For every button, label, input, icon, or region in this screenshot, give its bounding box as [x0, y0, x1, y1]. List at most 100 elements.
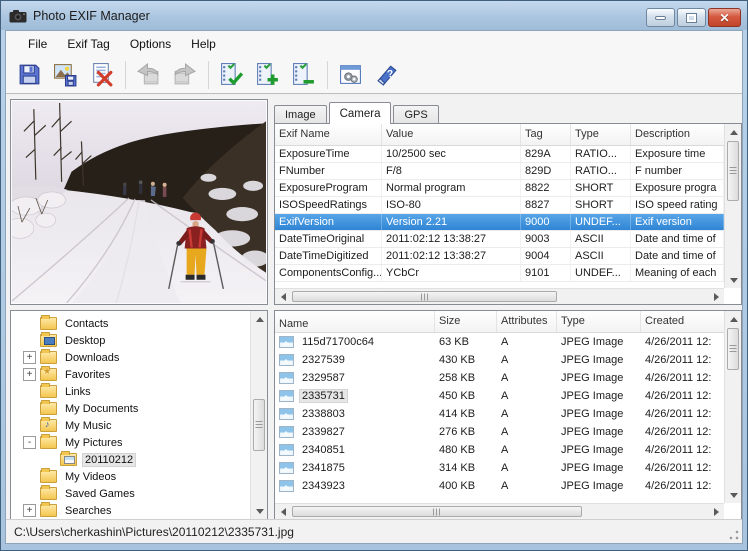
scroll-down-button[interactable] — [725, 272, 742, 288]
tree-item-label[interactable]: Contacts — [62, 317, 111, 331]
file-list-row[interactable]: 115d71700c64 63 KB A JPEG Image 4/26/201… — [275, 333, 724, 351]
title-bar[interactable]: Photo EXIF Manager ✕ — [1, 1, 747, 30]
exif-table-row[interactable]: ComponentsConfig... YCbCr 9101 UNDEF... … — [275, 265, 724, 282]
tree-item[interactable]: Contacts — [11, 315, 250, 332]
file-list-row[interactable]: 2339827 276 KB A JPEG Image 4/26/2011 12… — [275, 423, 724, 441]
file-name[interactable]: 2335731 — [299, 389, 348, 403]
scroll-thumb[interactable] — [253, 399, 265, 451]
tree-item[interactable]: + Favorites — [11, 366, 250, 383]
menu-item[interactable]: File — [18, 34, 57, 54]
tree-item-label[interactable]: My Music — [62, 419, 114, 433]
file-col-attributes[interactable]: Attributes — [497, 311, 557, 332]
file-list-row[interactable]: 2343923 400 KB A JPEG Image 4/26/2011 12… — [275, 477, 724, 495]
tree-item[interactable]: - My Pictures — [11, 434, 250, 451]
tree-expander-icon[interactable]: + — [23, 368, 36, 381]
exif-table-row[interactable]: DateTimeDigitized 2011:02:12 13:38:27 90… — [275, 248, 724, 265]
exif-col-type[interactable]: Type — [571, 124, 631, 145]
tree-item-label[interactable]: My Pictures — [62, 436, 125, 450]
menu-item[interactable]: Exif Tag — [57, 34, 119, 54]
files-horizontal-scrollbar[interactable] — [275, 503, 724, 519]
close-button[interactable]: ✕ — [708, 8, 741, 27]
file-list-row[interactable]: 2335731 450 KB A JPEG Image 4/26/2011 12… — [275, 387, 724, 405]
exif-table-row[interactable]: ExposureTime 10/2500 sec 829A RATIO... E… — [275, 146, 724, 163]
next-image-button[interactable] — [167, 59, 201, 91]
tree-item[interactable]: Saved Games — [11, 485, 250, 502]
tree-item-label[interactable]: Favorites — [62, 368, 113, 382]
exif-table-row[interactable]: ExifVersion Version 2.21 9000 UNDEF... E… — [275, 214, 724, 231]
tree-item[interactable]: My Music — [11, 417, 250, 434]
file-list-row[interactable]: 2329587 258 KB A JPEG Image 4/26/2011 12… — [275, 369, 724, 387]
minimize-button[interactable] — [646, 8, 675, 27]
tree-expander-icon[interactable]: - — [23, 436, 36, 449]
tree-expander-icon[interactable] — [23, 385, 36, 398]
tree-expander-icon[interactable] — [23, 402, 36, 415]
scroll-thumb[interactable] — [727, 141, 739, 201]
tree-expander-icon[interactable] — [43, 453, 56, 466]
tree-item-label[interactable]: Desktop — [62, 334, 108, 348]
scroll-down-button[interactable] — [251, 503, 268, 519]
tree-item[interactable]: My Videos — [11, 468, 250, 485]
tree-expander-icon[interactable] — [23, 487, 36, 500]
exif-tab[interactable]: GPS — [393, 105, 438, 124]
file-list-row[interactable]: 2338803 414 KB A JPEG Image 4/26/2011 12… — [275, 405, 724, 423]
exif-tab[interactable]: Camera — [329, 102, 392, 124]
tree-item-label[interactable]: My Videos — [62, 470, 119, 484]
exif-col-name[interactable]: Exif Name — [275, 124, 382, 145]
file-list-row[interactable]: 2341875 314 KB A JPEG Image 4/26/2011 12… — [275, 459, 724, 477]
exif-table-row[interactable]: FNumber F/8 829D RATIO... F number — [275, 163, 724, 180]
tree-item[interactable]: + Downloads — [11, 349, 250, 366]
tree-expander-icon[interactable] — [23, 470, 36, 483]
tree-expander-icon[interactable]: + — [23, 351, 36, 364]
file-name[interactable]: 2329587 — [299, 371, 348, 385]
tree-item-label[interactable]: Saved Games — [62, 487, 138, 501]
scroll-up-button[interactable] — [725, 311, 742, 327]
tree-item-label[interactable]: Searches — [62, 504, 114, 518]
menu-item[interactable]: Options — [120, 34, 181, 54]
file-name[interactable]: 2340851 — [299, 443, 348, 457]
file-name[interactable]: 2343923 — [299, 479, 348, 493]
file-name[interactable]: 2327539 — [299, 353, 348, 367]
tree-expander-icon[interactable] — [23, 334, 36, 347]
scroll-right-button[interactable] — [708, 289, 724, 305]
tree-item[interactable]: Links — [11, 383, 250, 400]
resize-grip[interactable] — [728, 529, 740, 541]
scroll-right-button[interactable] — [708, 504, 724, 520]
file-name[interactable]: 115d71700c64 — [299, 335, 377, 349]
delete-exif-button[interactable] — [84, 59, 118, 91]
exif-table-row[interactable]: DateTimeOriginal 2011:02:12 13:38:27 900… — [275, 231, 724, 248]
previous-image-button[interactable] — [131, 59, 165, 91]
files-vertical-scrollbar[interactable] — [724, 311, 741, 503]
file-list-row[interactable]: 2340851 480 KB A JPEG Image 4/26/2011 12… — [275, 441, 724, 459]
tree-item[interactable]: Desktop — [11, 332, 250, 349]
tree-item[interactable]: + Searches — [11, 502, 250, 519]
tree-vertical-scrollbar[interactable] — [250, 311, 267, 519]
scroll-left-button[interactable] — [275, 504, 291, 520]
file-col-type[interactable]: Type — [557, 311, 641, 332]
tree-expander-icon[interactable]: + — [23, 504, 36, 517]
add-exif-tag-button[interactable] — [250, 59, 284, 91]
scroll-down-button[interactable] — [725, 487, 742, 503]
tree-expander-icon[interactable] — [23, 317, 36, 330]
validate-exif-tag-button[interactable] — [214, 59, 248, 91]
tree-item-label[interactable]: Links — [62, 385, 94, 399]
exif-horizontal-scrollbar[interactable] — [275, 288, 724, 304]
options-button[interactable] — [333, 59, 367, 91]
scroll-thumb[interactable] — [727, 328, 739, 370]
scroll-thumb[interactable] — [292, 291, 557, 302]
scroll-up-button[interactable] — [725, 124, 742, 140]
tree-item[interactable]: My Documents — [11, 400, 250, 417]
tree-expander-icon[interactable] — [23, 419, 36, 432]
maximize-button[interactable] — [677, 8, 706, 27]
scroll-left-button[interactable] — [275, 289, 291, 305]
scroll-up-button[interactable] — [251, 311, 268, 327]
save-image-button[interactable] — [48, 59, 82, 91]
help-button[interactable]: ? — [369, 59, 403, 91]
scroll-thumb[interactable] — [292, 506, 582, 517]
file-col-name[interactable]: Name — [275, 311, 435, 332]
file-name[interactable]: 2341875 — [299, 461, 348, 475]
menu-item[interactable]: Help — [181, 34, 226, 54]
tree-item-label[interactable]: My Documents — [62, 402, 141, 416]
save-button[interactable] — [12, 59, 46, 91]
file-name[interactable]: 2339827 — [299, 425, 348, 439]
remove-exif-tag-button[interactable] — [286, 59, 320, 91]
